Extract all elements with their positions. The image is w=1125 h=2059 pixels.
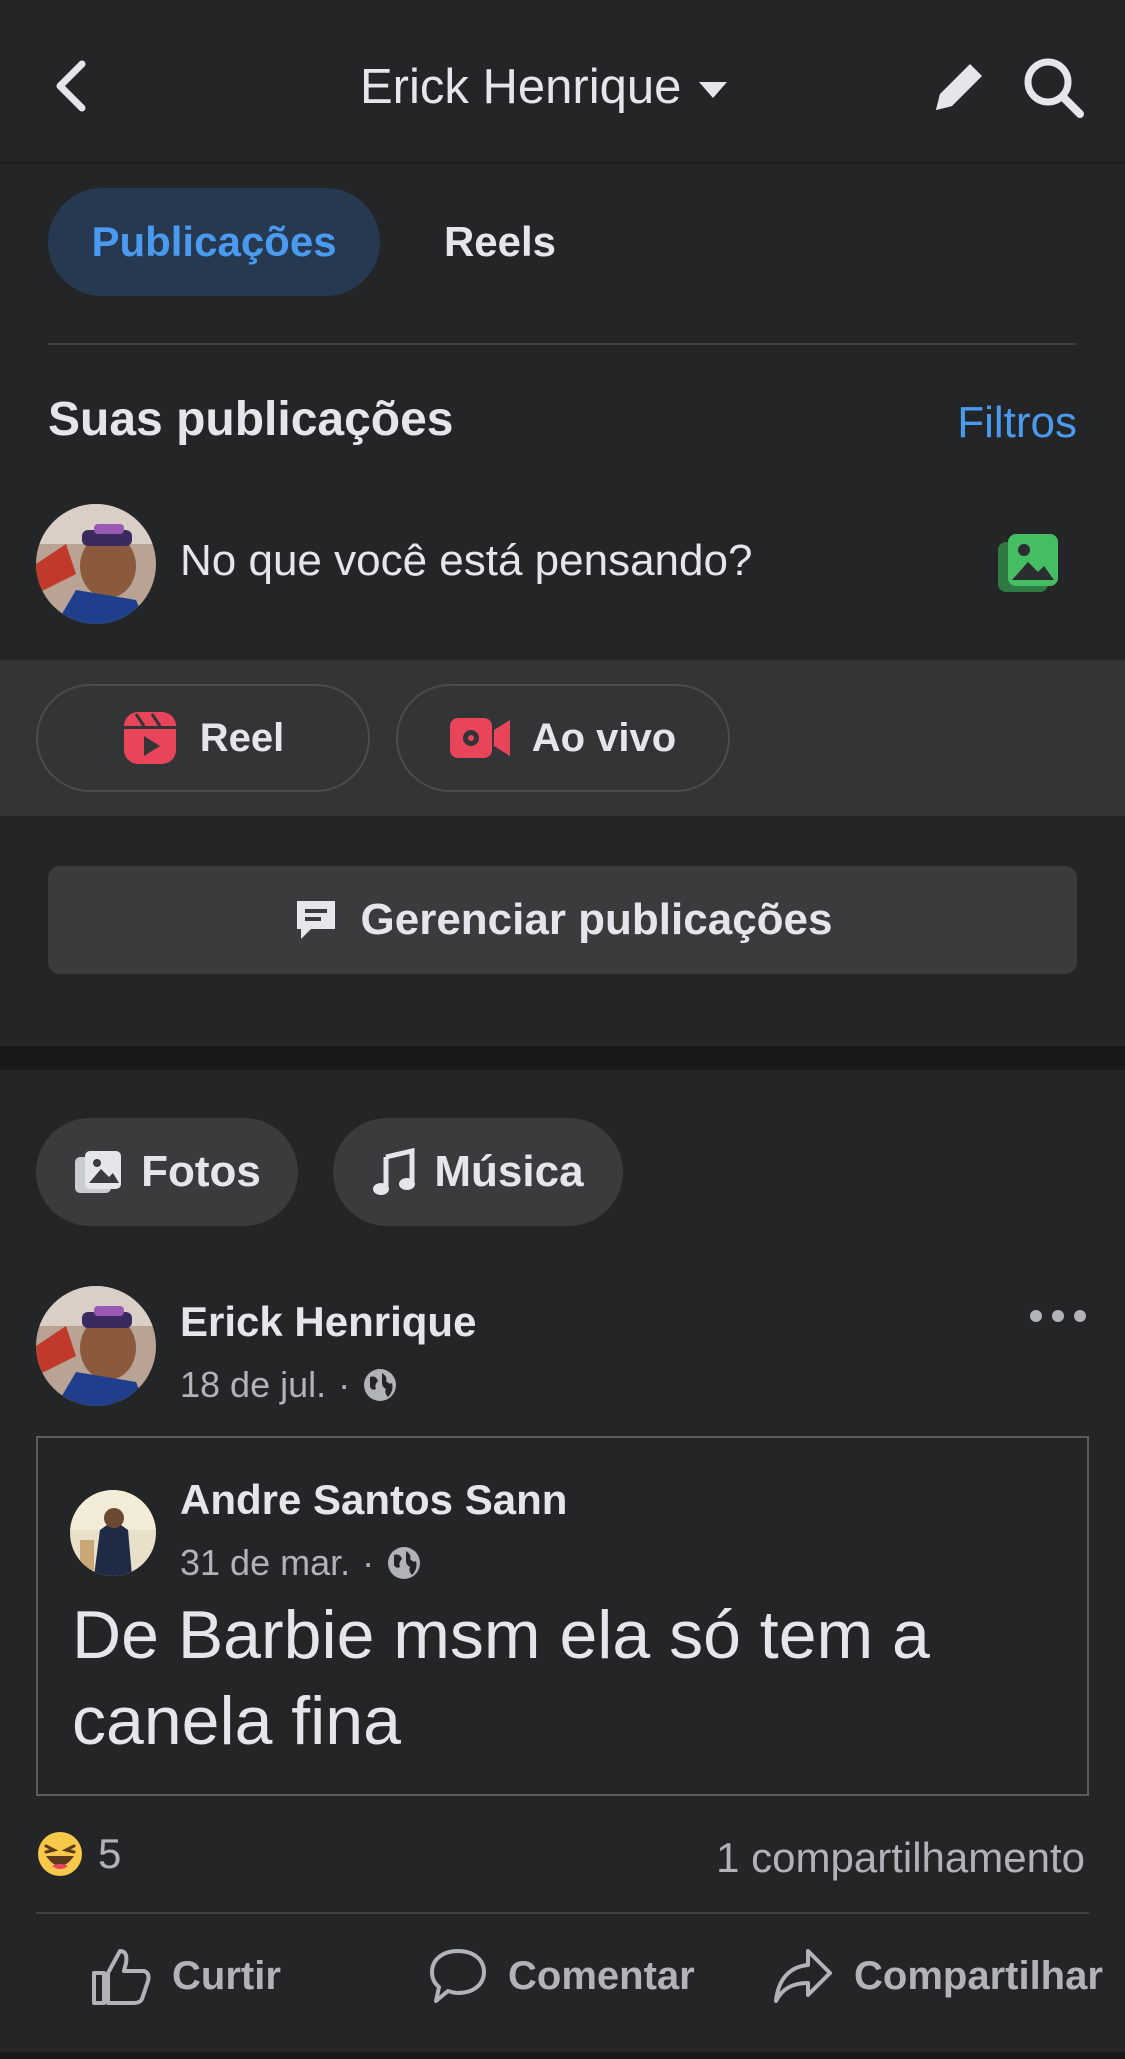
globe-icon xyxy=(364,1369,397,1401)
haha-reaction-icon xyxy=(38,1832,82,1876)
dot xyxy=(1030,1310,1042,1322)
filters-link[interactable]: Filtros xyxy=(957,398,1077,448)
section-title: Suas publicações xyxy=(48,393,454,446)
tab-reels[interactable]: Reels xyxy=(420,188,580,296)
live-button[interactable]: Ao vivo xyxy=(396,684,730,792)
shared-author-name[interactable]: Andre Santos Sann xyxy=(180,1476,567,1524)
post-date[interactable]: 18 de jul. xyxy=(180,1364,326,1406)
shared-author-avatar[interactable] xyxy=(70,1490,156,1576)
share-button[interactable]: Compartilhar xyxy=(772,1938,1103,2014)
divider xyxy=(48,343,1077,345)
live-video-icon xyxy=(449,718,510,758)
pencil-icon xyxy=(936,64,982,110)
dot xyxy=(1074,1310,1086,1322)
back-button[interactable] xyxy=(48,56,96,116)
profile-switcher[interactable]: Erick Henrique xyxy=(360,52,728,122)
search-icon xyxy=(1024,58,1084,118)
photo-icon xyxy=(998,534,1058,592)
photo-upload-button[interactable] xyxy=(994,532,1062,596)
meta-separator: · xyxy=(338,1364,351,1405)
post-meta: 18 de jul. · xyxy=(180,1364,398,1406)
live-label: Ao vivo xyxy=(531,715,677,760)
photos-icon xyxy=(75,1151,122,1193)
share-count[interactable]: 1 compartilhamento xyxy=(716,1834,1085,1882)
photos-filter-button[interactable]: Fotos xyxy=(36,1118,298,1226)
comment-label: Comentar xyxy=(508,1953,695,1998)
shared-post-text: De Barbie msm ela só tem a canela fina xyxy=(72,1597,930,1759)
more-options-button[interactable] xyxy=(1030,1296,1086,1336)
comment-button[interactable]: Comentar xyxy=(428,1938,695,2014)
chevron-left-icon xyxy=(56,60,86,112)
dot xyxy=(1052,1310,1064,1322)
music-label: Música xyxy=(434,1147,584,1196)
tab-publicacoes[interactable]: Publicações xyxy=(48,188,380,296)
shared-post-meta: 31 de mar. · xyxy=(180,1542,422,1584)
share-arrow-icon xyxy=(774,1949,832,2003)
reel-label: Reel xyxy=(199,715,285,760)
avatar[interactable] xyxy=(36,504,156,624)
reaction-count: 5 xyxy=(98,1830,122,1877)
section-separator xyxy=(0,1046,1125,1070)
music-filter-button[interactable]: Música xyxy=(333,1118,623,1226)
manage-posts-label: Gerenciar publicações xyxy=(360,895,833,944)
manage-posts-icon xyxy=(296,901,335,939)
manage-posts-button[interactable]: Gerenciar publicações xyxy=(48,866,1077,974)
composer-prompt[interactable]: No que você está pensando? xyxy=(180,536,752,586)
reel-icon xyxy=(123,712,176,764)
music-note-icon xyxy=(373,1147,416,1195)
page-title: Erick Henrique xyxy=(360,60,682,114)
meta-separator: · xyxy=(362,1542,375,1583)
comment-icon xyxy=(430,1949,486,2003)
post-author[interactable]: Erick Henrique xyxy=(180,1298,476,1346)
share-label: Compartilhar xyxy=(854,1953,1103,1998)
photos-label: Fotos xyxy=(141,1147,261,1196)
search-button[interactable] xyxy=(1020,54,1086,120)
edit-button[interactable] xyxy=(926,54,992,120)
divider xyxy=(36,1912,1089,1914)
like-button[interactable]: Curtir xyxy=(90,1938,281,2014)
reactions-summary[interactable]: 5 xyxy=(36,1830,121,1878)
caret-down-icon xyxy=(699,82,728,98)
shared-post-date[interactable]: 31 de mar. xyxy=(180,1542,350,1584)
like-label: Curtir xyxy=(172,1953,281,1998)
avatar[interactable] xyxy=(36,1286,156,1406)
thumbs-up-icon xyxy=(92,1949,151,2005)
bottom-separator xyxy=(0,2052,1125,2059)
globe-icon xyxy=(388,1547,421,1579)
reel-button[interactable]: Reel xyxy=(36,684,370,792)
